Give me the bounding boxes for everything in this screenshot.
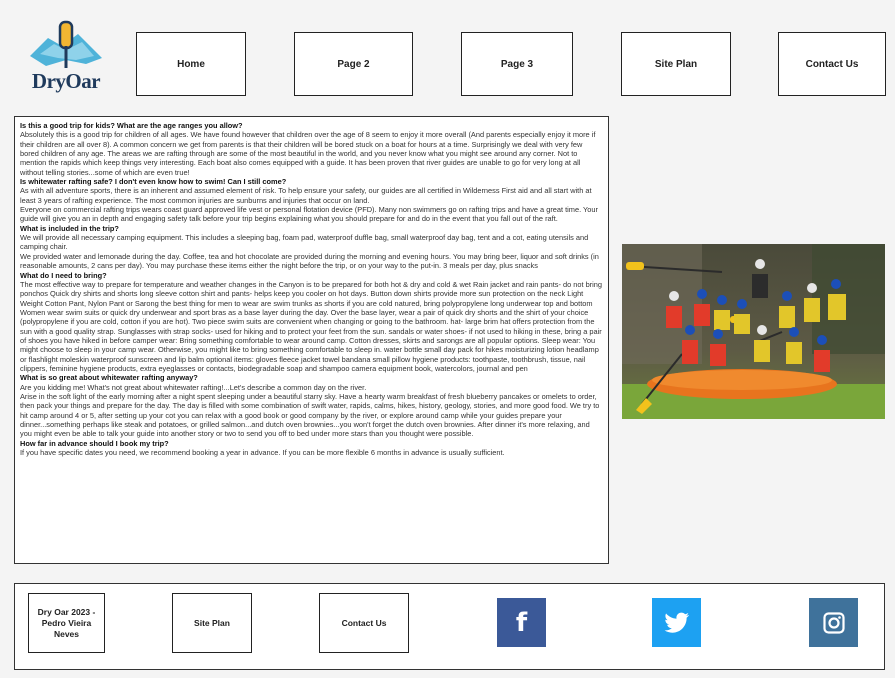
faq-panel: Is this a good trip for kids? What are t… [14, 116, 609, 564]
instagram-icon[interactable] [809, 598, 858, 647]
footer-siteplan-button[interactable]: Site Plan [172, 593, 252, 653]
nav-page2-button[interactable]: Page 2 [294, 32, 413, 96]
nav-contact-button[interactable]: Contact Us [778, 32, 886, 96]
faq-answer: As with all adventure sports, there is a… [20, 186, 598, 224]
nav-page3-button[interactable]: Page 3 [461, 32, 573, 96]
twitter-icon[interactable] [652, 598, 701, 647]
dryoar-logo[interactable]: DryOar [26, 20, 106, 96]
faq-answer: Are you kidding me! What's not great abo… [20, 382, 600, 439]
faq-answer: We will provide all necessary camping eq… [20, 233, 599, 271]
faq-question: What do I need to bring? [20, 270, 107, 280]
facebook-glyph: f [515, 607, 528, 638]
rafting-group-photo [622, 244, 885, 419]
faq-question: Is this a good trip for kids? What are t… [20, 121, 243, 130]
faq-question: How far in advance should I book my trip… [20, 438, 169, 448]
faq-question: Is whitewater rafting safe? I don't even… [20, 177, 287, 187]
faq-answer: The most effective way to prepare for te… [20, 279, 603, 373]
footer-credit: Dry Oar 2023 - Pedro Vieira Neves [28, 593, 105, 653]
faq-question: What is included in the trip? [20, 223, 119, 233]
nav-home-button[interactable]: Home [136, 32, 246, 96]
svg-text:DryOar: DryOar [32, 69, 100, 93]
footer: Dry Oar 2023 - Pedro Vieira Neves Site P… [14, 583, 885, 670]
faq-answer: If you have specific dates you need, we … [20, 448, 505, 458]
facebook-icon[interactable]: f [497, 598, 546, 647]
faq-question: What is so great about whitewater raftin… [20, 373, 198, 383]
footer-contact-button[interactable]: Contact Us [319, 593, 409, 653]
nav-siteplan-button[interactable]: Site Plan [621, 32, 731, 96]
faq-answer: Absolutely this is a good trip for child… [20, 130, 596, 177]
